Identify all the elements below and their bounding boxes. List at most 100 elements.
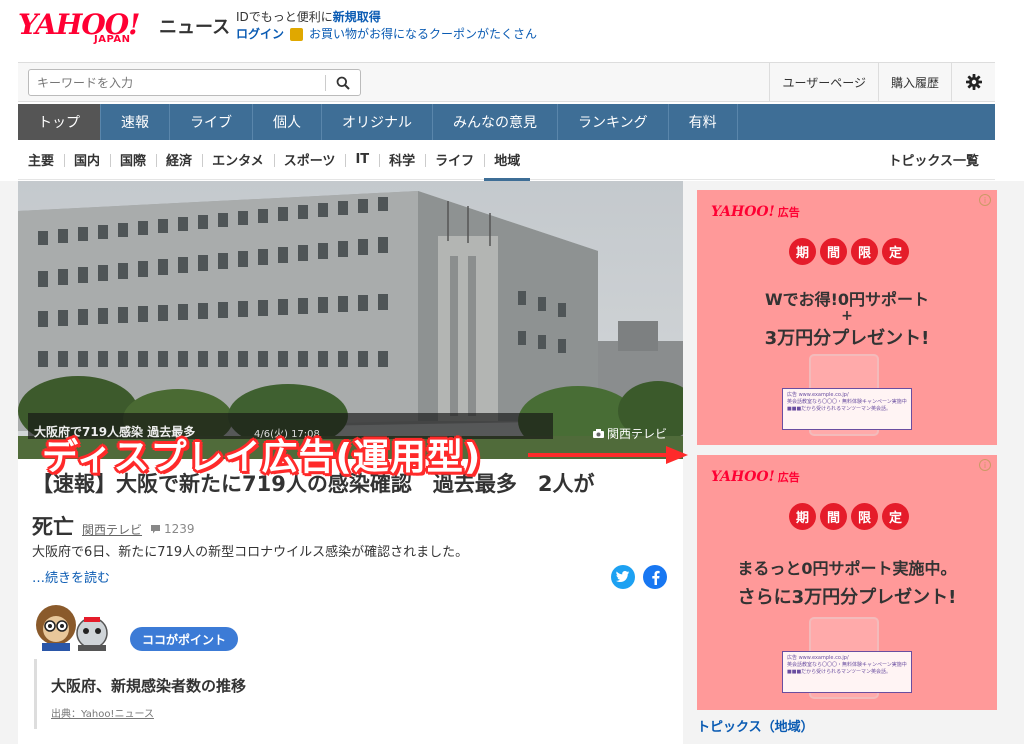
- signup-link[interactable]: 新規取得: [333, 10, 381, 24]
- tab-original[interactable]: オリジナル: [322, 104, 433, 140]
- ad-headline-1: Wでお得!0円サポート: [764, 290, 930, 309]
- topics-list-link[interactable]: トピックス一覧: [888, 150, 995, 169]
- tab-ranking[interactable]: ランキング: [558, 104, 669, 140]
- mascot-characters: [34, 601, 129, 651]
- limited-badge: 期: [789, 503, 816, 530]
- comment-count-value: 1239: [164, 522, 195, 536]
- ad-card-line-1: 英会話教室なら〇〇〇・無料体験キャンペーン実施中: [787, 399, 907, 405]
- purchase-history-link[interactable]: 購入履歴: [877, 63, 951, 101]
- point-badge: ココがポイント: [130, 627, 239, 651]
- photo-source-label: 関西テレビ: [606, 427, 667, 441]
- mascot-illustration: [36, 605, 108, 651]
- settings-button[interactable]: [951, 63, 995, 101]
- ad-sample-card: 広告 www.example.co.jp/ 英会話教室なら〇〇〇・無料体験キャン…: [782, 651, 912, 693]
- category-it[interactable]: IT: [345, 140, 379, 180]
- limited-time-badges: 期 間 限 定: [789, 503, 909, 530]
- ad-sample-card: 広告 www.example.co.jp/ 英会話教室なら〇〇〇・無料体験キャン…: [782, 388, 912, 430]
- user-page-link[interactable]: ユーザーページ: [769, 63, 878, 101]
- search-box: [28, 69, 361, 96]
- comment-count[interactable]: 1239: [150, 522, 195, 536]
- article-meta: 死亡 関西テレビ 1239: [32, 511, 195, 541]
- limited-badge: 限: [851, 238, 878, 265]
- search-button[interactable]: [326, 70, 360, 95]
- category-economy[interactable]: 経済: [156, 140, 202, 180]
- gear-icon: [965, 74, 982, 90]
- promo-line-2: ログイン お買い物がお得になるクーポンがたくさん: [236, 26, 537, 43]
- ad-brand-logo: YAHOO!: [711, 204, 775, 220]
- article-headline-tail[interactable]: 死亡: [32, 511, 74, 541]
- coupon-icon: [290, 28, 304, 41]
- limited-badge: 定: [882, 238, 909, 265]
- tab-top[interactable]: トップ: [18, 104, 101, 140]
- sidebar-topics-heading[interactable]: トピックス（地域）: [697, 716, 814, 735]
- category-local[interactable]: 地域: [484, 140, 531, 181]
- ad-headline-1: まるっと0円サポート実施中。: [737, 559, 957, 578]
- read-more-link[interactable]: …続きを読む: [32, 567, 110, 586]
- ad-headline-2: さらに3万円分プレゼント!: [737, 587, 957, 608]
- ad-brand-suffix: 広告: [777, 471, 800, 484]
- display-ad-annotation: ディスプレイ広告(運用型): [42, 437, 482, 478]
- category-entertainment[interactable]: エンタメ: [202, 140, 274, 180]
- tab-paid[interactable]: 有料: [669, 104, 738, 140]
- category-international[interactable]: 国際: [110, 140, 156, 180]
- article-source-link[interactable]: 関西テレビ: [82, 521, 142, 538]
- camera-icon: [592, 429, 604, 438]
- twitter-share-button[interactable]: [611, 565, 635, 589]
- tab-opinions[interactable]: みんなの意見: [433, 104, 558, 140]
- facebook-share-button[interactable]: [643, 565, 667, 589]
- comment-icon: [151, 525, 161, 534]
- ad-headline-2: 3万円分プレゼント!: [764, 328, 930, 349]
- twitter-icon: [616, 571, 630, 583]
- promo-text: IDでもっと便利に: [236, 10, 333, 24]
- ad-brand-logo: YAHOO!: [711, 469, 775, 485]
- header-promo: IDでもっと便利に新規取得 ログイン お買い物がお得になるクーポンがたくさん: [236, 9, 537, 43]
- search-toolbar: ユーザーページ 購入履歴: [18, 62, 995, 102]
- tab-personal[interactable]: 個人: [253, 104, 322, 140]
- search-input[interactable]: [29, 70, 325, 95]
- category-life[interactable]: ライフ: [425, 140, 484, 180]
- annotation-arrow-icon: [528, 446, 688, 464]
- ad-column: YAHOO! 広告 i 期 間 限 定 Wでお得!0円サポート + 3万円分プレ…: [697, 190, 997, 710]
- display-ad-1[interactable]: YAHOO! 広告 i 期 間 限 定 Wでお得!0円サポート + 3万円分プレ…: [697, 190, 997, 445]
- ad-separator: [697, 445, 997, 455]
- logo-japan: JAPAN: [94, 34, 131, 45]
- limited-badge: 間: [820, 238, 847, 265]
- ad-brand: YAHOO! 広告: [711, 204, 800, 220]
- ad-info-icon[interactable]: i: [979, 194, 991, 206]
- promo-line-1: IDでもっと便利に新規取得: [236, 9, 537, 26]
- tab-live[interactable]: ライブ: [170, 104, 253, 140]
- category-domestic[interactable]: 国内: [64, 140, 110, 180]
- ad-card-url: 広告 www.example.co.jp/: [787, 655, 849, 661]
- category-sports[interactable]: スポーツ: [273, 140, 346, 180]
- ad-info-icon[interactable]: i: [979, 459, 991, 471]
- ad-brand-suffix: 広告: [777, 206, 800, 219]
- point-box: 大阪府、新規感染者数の推移 出典：Yahoo!ニュース: [34, 659, 674, 729]
- main-nav: トップ 速報 ライブ 個人 オリジナル みんなの意見 ランキング 有料: [18, 104, 995, 140]
- toolbar-right: ユーザーページ 購入履歴: [769, 63, 995, 101]
- logo-news: ニュース: [159, 17, 231, 38]
- tab-breaking[interactable]: 速報: [101, 104, 170, 140]
- display-ad-2[interactable]: YAHOO! 広告 i 期 間 限 定 まるっと0円サポート実施中。 さらに3万…: [697, 455, 997, 710]
- limited-time-badges: 期 間 限 定: [789, 238, 909, 265]
- limited-badge: 定: [882, 503, 909, 530]
- facebook-icon: [652, 570, 660, 585]
- share-buttons: [611, 565, 667, 589]
- category-nav: 主要 国内 国際 経済 エンタメ スポーツ IT 科学 ライフ 地域 トピックス…: [18, 140, 995, 181]
- category-science[interactable]: 科学: [379, 140, 425, 180]
- limited-badge: 間: [820, 503, 847, 530]
- yahoo-news-logo[interactable]: YAHOO! JAPAN ニュース: [18, 8, 233, 52]
- article-photo[interactable]: [18, 181, 683, 459]
- ad-card-line-1: 英会話教室なら〇〇〇・無料体験キャンペーン実施中: [787, 662, 907, 668]
- ad-card-line-2: ■■■だから受けられるマンツーマン英会話。: [787, 669, 891, 675]
- category-main[interactable]: 主要: [18, 140, 64, 180]
- point-title[interactable]: 大阪府、新規感染者数の推移: [51, 675, 246, 696]
- ad-card-url: 広告 www.example.co.jp/: [787, 392, 849, 398]
- ad-plus: +: [841, 308, 853, 324]
- login-link[interactable]: ログイン: [236, 26, 284, 43]
- point-source[interactable]: 出典：Yahoo!ニュース: [51, 705, 154, 720]
- photo-source: 関西テレビ: [592, 425, 667, 442]
- article-summary: 大阪府で6日、新たに719人の新型コロナウイルス感染が確認されました。: [32, 545, 469, 560]
- limited-badge: 期: [789, 238, 816, 265]
- ad-brand: YAHOO! 広告: [711, 469, 800, 485]
- coupon-link[interactable]: お買い物がお得になるクーポンがたくさん: [309, 26, 537, 43]
